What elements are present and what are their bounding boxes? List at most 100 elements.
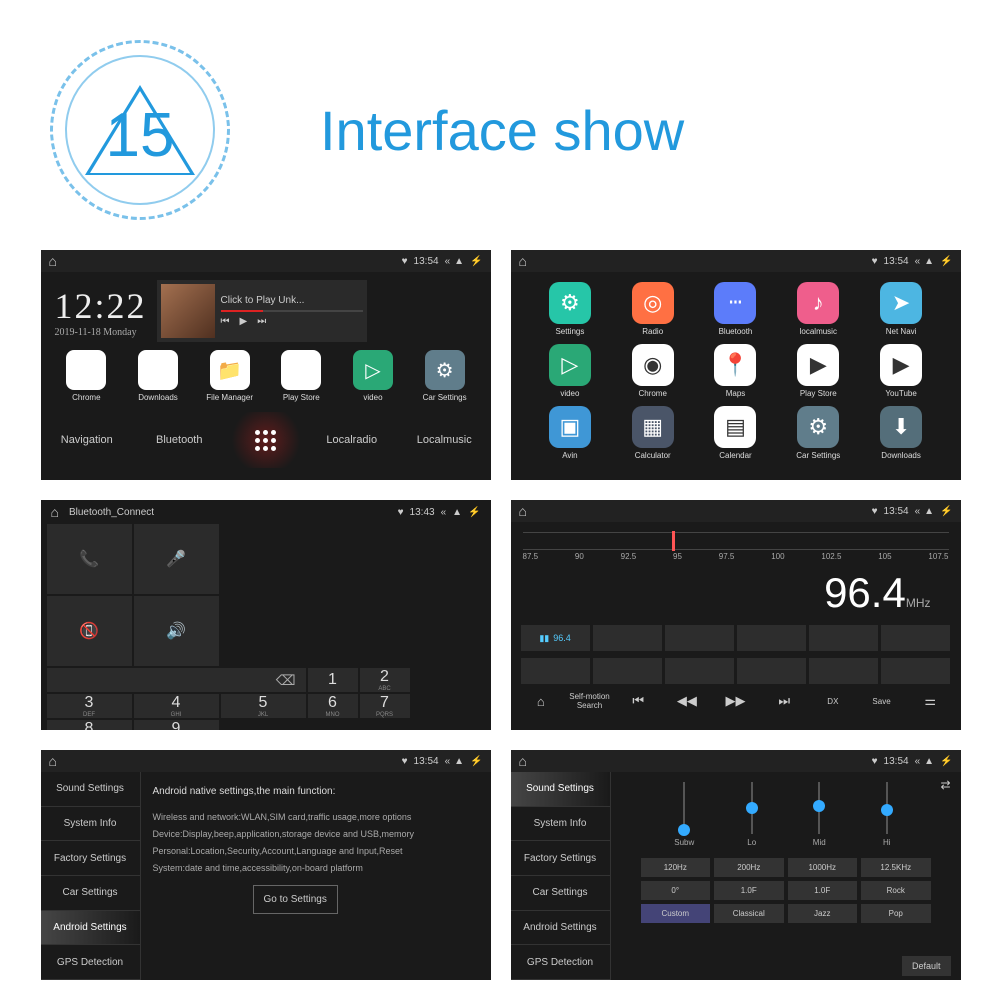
eq-slider-mid[interactable]: Mid [794, 782, 844, 856]
eq-slider-subw[interactable]: Subw [659, 782, 709, 856]
eq-freq[interactable]: 1000Hz [788, 858, 858, 877]
eq-val[interactable]: 1.0F [788, 881, 858, 900]
dx-button[interactable]: DX [813, 697, 854, 706]
eq-preset-custom[interactable]: Custom [641, 904, 711, 923]
app-settings[interactable]: ⚙Settings [531, 282, 610, 336]
side-system-info[interactable]: System Info [41, 807, 141, 842]
radio-tab[interactable]: Localradio [306, 420, 399, 460]
eq-preset-jazz[interactable]: Jazz [788, 904, 858, 923]
swap-icon[interactable]: ⇄ [940, 778, 950, 792]
key-2[interactable]: 2ABC [360, 668, 410, 692]
eq-preset-classical[interactable]: Classical [714, 904, 784, 923]
key-7[interactable]: 7PQRS [360, 694, 410, 718]
app-downloads[interactable]: ⬇Downloads [862, 406, 941, 460]
eq-val[interactable]: 1.0F [714, 881, 784, 900]
preset-10[interactable] [737, 658, 806, 684]
preset-5[interactable] [809, 625, 878, 651]
key-1[interactable]: 1 [308, 668, 358, 692]
key-5[interactable]: 5JKL [221, 694, 306, 718]
app-chrome[interactable]: ◉Chrome [57, 350, 115, 402]
eq-slider-hi[interactable]: Hi [862, 782, 912, 856]
preset-1[interactable]: ▮▮96.4 [521, 625, 590, 651]
slider-icon[interactable]: ⚌ [910, 693, 951, 709]
app-localmusic[interactable]: ♪localmusic [779, 282, 858, 336]
eq-slider-lo[interactable]: Lo [727, 782, 777, 856]
side-sound-settings[interactable]: Sound Settings [41, 772, 141, 807]
preset-2[interactable] [593, 625, 662, 651]
bluetooth-tab[interactable]: Bluetooth [133, 420, 226, 460]
hangup-button[interactable]: 📵 [47, 596, 132, 666]
app-net-navi[interactable]: ➤Net Navi [862, 282, 941, 336]
app-play-store[interactable]: ▶Play Store [272, 350, 330, 402]
backspace-icon[interactable]: ⌫ [276, 672, 296, 689]
preset-12[interactable] [881, 658, 950, 684]
prev-button[interactable]: ⏮ [618, 693, 659, 709]
key-4[interactable]: 4GHI [134, 694, 219, 718]
radio-home[interactable]: ⌂ [521, 694, 562, 709]
app-video[interactable]: ▷video [531, 344, 610, 398]
app-file-manager[interactable]: 📁File Manager [201, 350, 259, 402]
key-8[interactable]: 8TUV [47, 720, 132, 730]
preset-11[interactable] [809, 658, 878, 684]
play-icon[interactable]: ▶ [240, 316, 248, 327]
eq-val[interactable]: Rock [861, 881, 931, 900]
app-car-settings[interactable]: ⚙Car Settings [416, 350, 474, 402]
side-car-settings[interactable]: Car Settings [511, 876, 611, 911]
progress-bar[interactable] [221, 310, 363, 312]
side-android-settings[interactable]: Android Settings [511, 911, 611, 946]
eq-freq[interactable]: 12.5KHz [861, 858, 931, 877]
side-gps-detection[interactable]: GPS Detection [511, 945, 611, 980]
media-widget[interactable]: Click to Play Unk... ⏮ ▶ ⏭ [157, 280, 367, 342]
home-icon[interactable]: ⌂ [519, 503, 527, 519]
eq-freq[interactable]: 120Hz [641, 858, 711, 877]
key-9[interactable]: 9WXYZ [134, 720, 219, 730]
app-bluetooth[interactable]: ⵈBluetooth [696, 282, 775, 336]
preset-9[interactable] [665, 658, 734, 684]
app-radio[interactable]: ◎Radio [613, 282, 692, 336]
app-avin[interactable]: ▣Avin [531, 406, 610, 460]
music-tab[interactable]: Localmusic [398, 420, 491, 460]
home-icon[interactable]: ⌂ [51, 504, 59, 520]
eq-preset-pop[interactable]: Pop [861, 904, 931, 923]
app-downloads[interactable]: ⬇Downloads [129, 350, 187, 402]
side-system-info[interactable]: System Info [511, 807, 611, 842]
app-calendar[interactable]: ▤Calendar [696, 406, 775, 460]
default-button[interactable]: Default [902, 956, 951, 976]
apps-button[interactable] [226, 412, 306, 468]
go-settings-button[interactable]: Go to Settings [253, 885, 338, 914]
eq-freq[interactable]: 200Hz [714, 858, 784, 877]
preset-7[interactable] [521, 658, 590, 684]
rewind-button[interactable]: ◀◀ [667, 693, 708, 709]
next-button[interactable]: ⏭ [764, 693, 805, 709]
nav-tab[interactable]: Navigation [41, 420, 134, 460]
search-button[interactable]: Self-motion Search [569, 692, 610, 710]
app-play-store[interactable]: ▶Play Store [779, 344, 858, 398]
side-car-settings[interactable]: Car Settings [41, 876, 141, 911]
side-factory-settings[interactable]: Factory Settings [511, 841, 611, 876]
app-car-settings[interactable]: ⚙Car Settings [779, 406, 858, 460]
call-button[interactable]: 📞 [47, 524, 132, 594]
home-icon[interactable]: ⌂ [49, 753, 57, 769]
home-icon[interactable]: ⌂ [519, 753, 527, 769]
preset-8[interactable] [593, 658, 662, 684]
mic-button[interactable]: 🎤 [134, 524, 219, 594]
side-sound-settings[interactable]: Sound Settings [511, 772, 611, 807]
frequency-scale[interactable]: 87.59092.59597.5100102.5105107.5 [511, 522, 961, 563]
side-gps-detection[interactable]: GPS Detection [41, 945, 141, 980]
app-video[interactable]: ▷video [344, 350, 402, 402]
app-youtube[interactable]: ▶YouTube [862, 344, 941, 398]
app-maps[interactable]: 📍Maps [696, 344, 775, 398]
preset-4[interactable] [737, 625, 806, 651]
next-icon[interactable]: ⏭ [257, 316, 266, 327]
preset-6[interactable] [881, 625, 950, 651]
forward-button[interactable]: ▶▶ [715, 693, 756, 709]
home-icon[interactable]: ⌂ [519, 253, 527, 269]
key-3[interactable]: 3DEF [47, 694, 132, 718]
voice-button[interactable]: 🔊 [134, 596, 219, 666]
prev-icon[interactable]: ⏮ [221, 316, 230, 327]
key-6[interactable]: 6MNO [308, 694, 358, 718]
home-icon[interactable]: ⌂ [49, 253, 57, 269]
preset-3[interactable] [665, 625, 734, 651]
side-android-settings[interactable]: Android Settings [41, 911, 141, 946]
eq-val[interactable]: 0° [641, 881, 711, 900]
